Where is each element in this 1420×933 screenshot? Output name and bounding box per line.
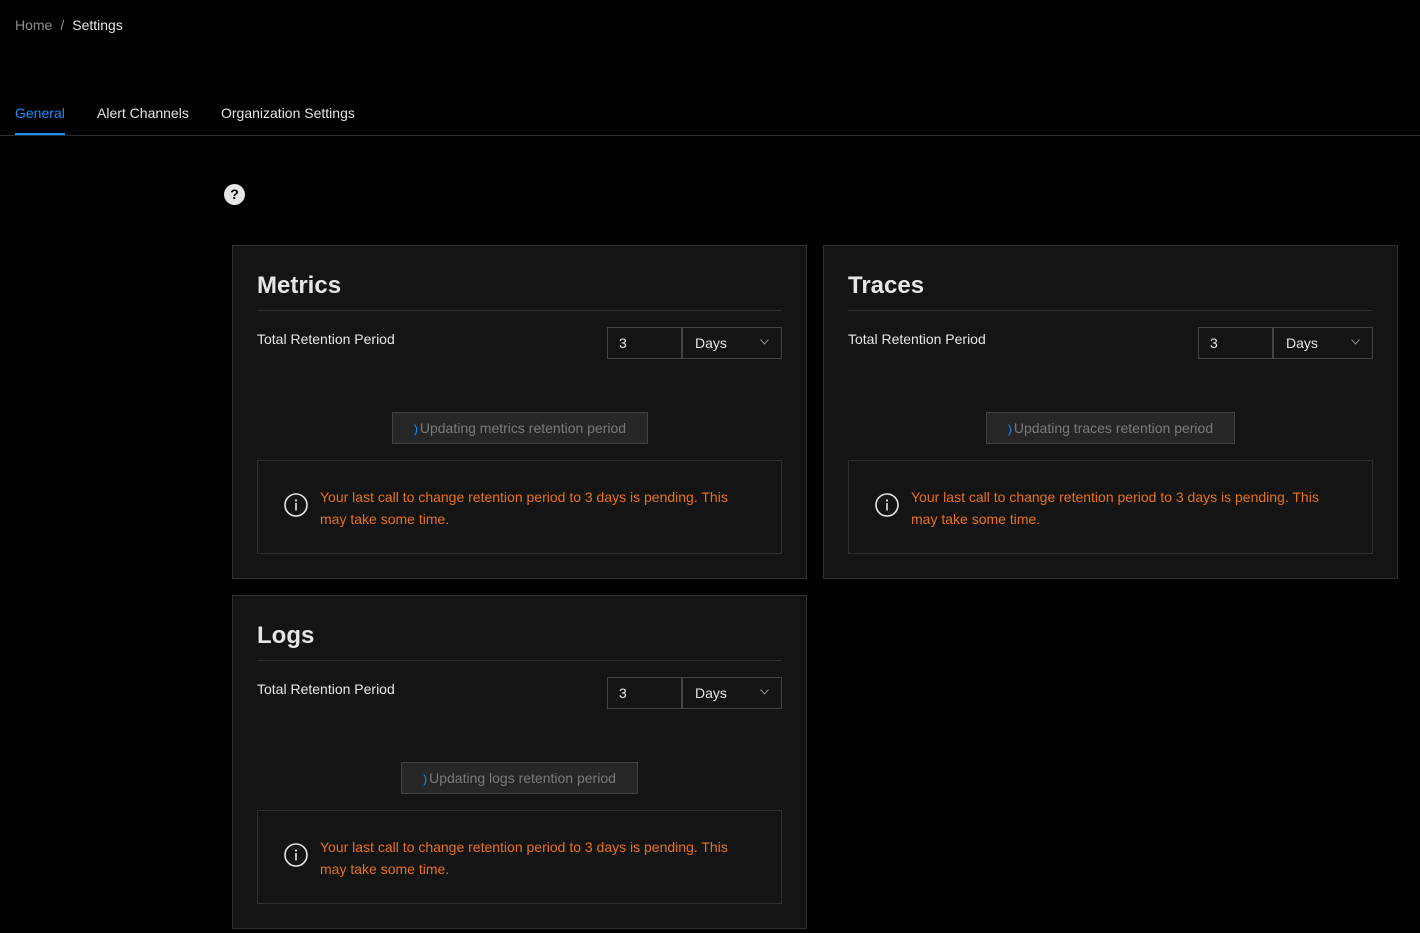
card-title: Traces [848, 272, 925, 299]
divider [848, 310, 1372, 311]
tab-alert-channels[interactable]: Alert Channels [97, 104, 189, 122]
button-label: Updating logs retention period [429, 770, 616, 786]
traces-unit-select[interactable]: Days [1273, 327, 1373, 359]
update-traces-button[interactable]: ) Updating traces retention period [986, 412, 1235, 444]
chevron-down-icon [760, 339, 769, 345]
unit-value: Days [695, 335, 727, 351]
traces-retention-input[interactable] [1198, 327, 1273, 359]
settings-tabs: General Alert Channels Organization Sett… [0, 96, 1420, 136]
update-logs-button[interactable]: ) Updating logs retention period [401, 762, 638, 794]
loading-spinner-icon: ) [413, 422, 418, 436]
breadcrumb-separator: / [60, 17, 65, 33]
button-label: Updating traces retention period [1013, 420, 1214, 436]
retention-label: Total Retention Period [257, 331, 395, 347]
tab-general[interactable]: General [15, 104, 65, 122]
retention-label: Total Retention Period [848, 331, 986, 347]
divider [257, 310, 781, 311]
pending-message: Your last call to change retention perio… [911, 489, 1319, 527]
unit-value: Days [1286, 335, 1318, 351]
pending-alert: Your last call to change retention perio… [257, 810, 782, 904]
traces-card: Traces Total Retention Period Days )Upda… [823, 245, 1398, 579]
loading-spinner-icon: ) [423, 772, 428, 786]
breadcrumb-current: Settings [72, 17, 123, 33]
card-title: Metrics [257, 272, 342, 299]
metrics-unit-select[interactable]: Days [682, 327, 782, 359]
metrics-card: Metrics Total Retention Period Days )Upd… [232, 245, 807, 579]
loading-spinner-icon: ) [1007, 422, 1012, 436]
pending-alert: Your last call to change retention perio… [848, 460, 1373, 554]
button-label: Updating metrics retention period [419, 420, 627, 436]
logs-retention-input[interactable] [607, 677, 682, 709]
pending-message: Your last call to change retention perio… [320, 839, 728, 877]
tab-organization-settings[interactable]: Organization Settings [221, 104, 355, 122]
logs-unit-select[interactable]: Days [682, 677, 782, 709]
breadcrumb-home[interactable]: Home [15, 17, 52, 33]
card-title: Logs [257, 622, 315, 649]
unit-value: Days [695, 685, 727, 701]
info-circle-icon [284, 493, 308, 517]
retention-label: Total Retention Period [257, 681, 395, 697]
chevron-down-icon [760, 689, 769, 695]
metrics-retention-input[interactable] [607, 327, 682, 359]
info-circle-icon [284, 843, 308, 867]
chevron-down-icon [1351, 339, 1360, 345]
help-icon[interactable]: ? [224, 184, 245, 205]
info-circle-icon [875, 493, 899, 517]
pending-alert: Your last call to change retention perio… [257, 460, 782, 554]
pending-message: Your last call to change retention perio… [320, 489, 728, 527]
logs-card: Logs Total Retention Period Days )Updati… [232, 595, 807, 929]
update-metrics-button[interactable]: ) Updating metrics retention period [392, 412, 648, 444]
breadcrumb: Home / Settings [15, 16, 123, 34]
active-tab-indicator [15, 133, 65, 135]
divider [257, 660, 781, 661]
